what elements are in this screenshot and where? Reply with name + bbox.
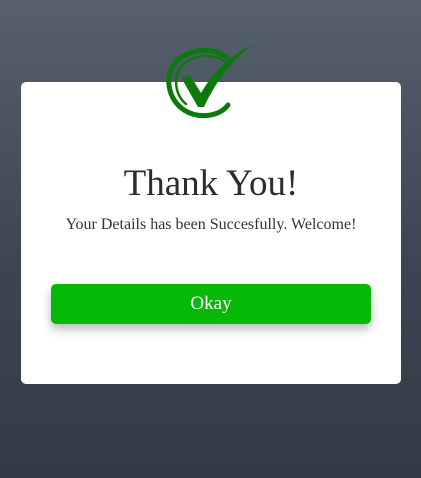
dialog-title: Thank You! [123, 163, 299, 204]
check-mark-icon [166, 45, 252, 119]
dialog-message: Your Details has been Succesfully. Welco… [65, 216, 357, 233]
thank-you-dialog: Thank You! Your Details has been Succesf… [21, 82, 401, 384]
okay-button[interactable]: Okay [51, 284, 371, 324]
